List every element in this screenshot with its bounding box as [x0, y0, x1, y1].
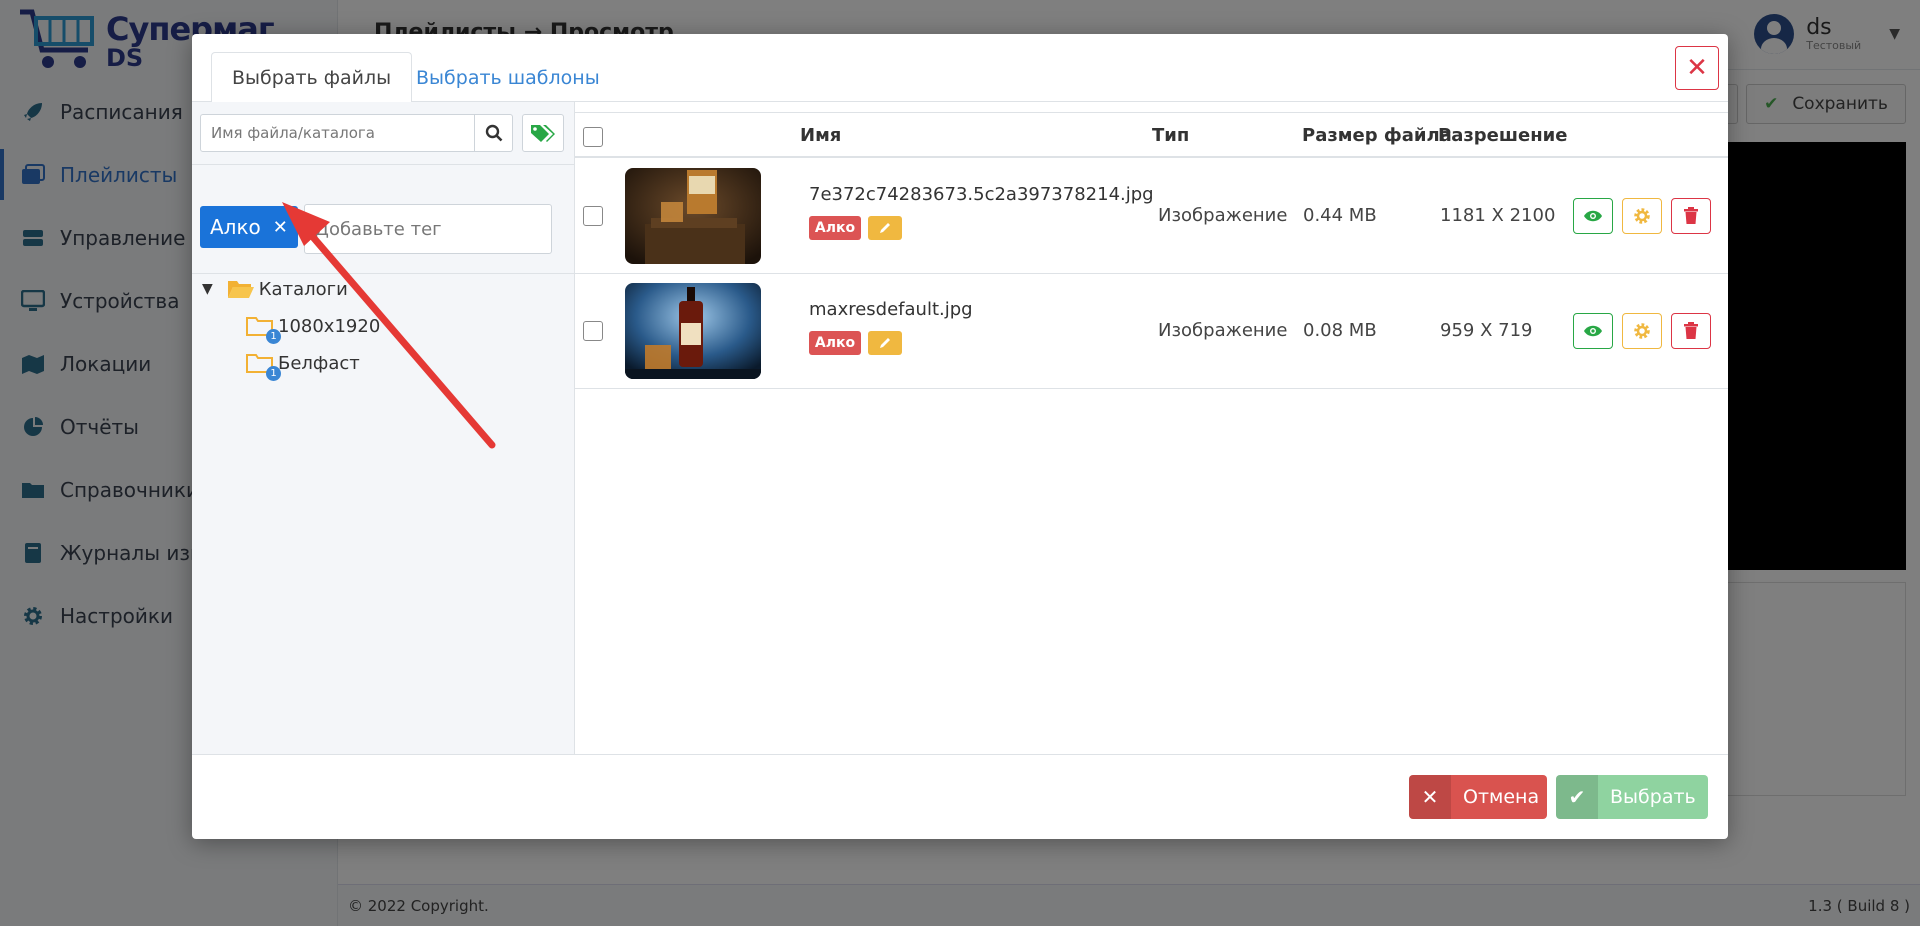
- delete-button[interactable]: [1671, 313, 1711, 349]
- trash-icon: [1684, 322, 1698, 339]
- trash-icon: [1684, 207, 1698, 224]
- modal-footer: ✕ Отмена ✔ Выбрать: [192, 754, 1728, 839]
- file-type: Изображение: [1158, 320, 1288, 341]
- search-icon: [485, 124, 502, 142]
- tree-item[interactable]: 1 1080x1920: [246, 315, 381, 344]
- file-name: maxresdefault.jpg: [809, 299, 973, 320]
- search-row: [200, 114, 513, 152]
- tags-icon: [531, 125, 555, 142]
- pencil-icon: [880, 223, 890, 233]
- eye-icon: [1584, 210, 1602, 222]
- file-size: 0.08 MB: [1303, 320, 1377, 341]
- divider: [192, 164, 574, 165]
- tab-select-files[interactable]: Выбрать файлы: [211, 52, 413, 103]
- pencil-icon: [880, 338, 890, 348]
- close-button[interactable]: ✕: [1675, 46, 1719, 90]
- delete-button[interactable]: [1671, 198, 1711, 234]
- files-pane: Имя Тип Размер файла Разрешение 7e372c74…: [575, 102, 1728, 754]
- file-thumbnail[interactable]: [625, 168, 761, 264]
- check-icon: ✔: [1556, 775, 1598, 819]
- file-tag: Алко: [809, 331, 861, 355]
- remove-tag-icon[interactable]: ✕: [273, 217, 288, 238]
- edit-tags-button[interactable]: [868, 216, 902, 240]
- tree-item[interactable]: 1 Белфаст: [246, 352, 360, 381]
- column-header-name[interactable]: Имя: [800, 125, 841, 146]
- tree-item-label: 1080x1920: [278, 315, 381, 337]
- gear-icon: [1634, 323, 1650, 339]
- folder-open-icon: [227, 281, 254, 298]
- edit-tags-button[interactable]: [868, 331, 902, 355]
- table-row[interactable]: maxresdefault.jpg Алко Изображение 0.08 …: [575, 275, 1728, 389]
- gear-icon: [1634, 208, 1650, 224]
- caret-down-icon[interactable]: ▼: [202, 281, 213, 297]
- count-badge: 1: [266, 329, 281, 344]
- cancel-button[interactable]: ✕ Отмена: [1409, 775, 1547, 819]
- file-resolution: 1181 X 2100: [1440, 205, 1556, 226]
- settings-button[interactable]: [1622, 198, 1662, 234]
- file-tag: Алко: [809, 216, 861, 240]
- tag-filter-row: Алко ✕: [200, 204, 552, 254]
- tag-chip[interactable]: Алко ✕: [200, 206, 298, 248]
- catalog-pane: Алко ✕ ▼ Каталоги 1 1080x1920: [192, 102, 575, 754]
- tree-item-label: Белфаст: [278, 352, 360, 374]
- file-type: Изображение: [1158, 205, 1288, 226]
- file-thumbnail[interactable]: [625, 283, 761, 379]
- file-select-modal: Выбрать файлы Выбрать шаблоны ✕ Алко ✕ ▼: [192, 34, 1728, 839]
- tree-root[interactable]: ▼ Каталоги: [202, 278, 348, 300]
- select-all-checkbox[interactable]: [583, 127, 603, 147]
- settings-button[interactable]: [1622, 313, 1662, 349]
- tag-input[interactable]: [303, 204, 552, 254]
- eye-icon: [1584, 325, 1602, 337]
- row-checkbox[interactable]: [583, 206, 603, 226]
- folder-icon: 1: [246, 315, 281, 344]
- file-name: 7e372c74283673.5c2a397378214.jpg: [809, 184, 1154, 205]
- cancel-label: Отмена: [1463, 786, 1540, 808]
- row-checkbox[interactable]: [583, 321, 603, 341]
- tag-chip-label: Алко: [210, 215, 261, 239]
- modal-header: Выбрать файлы Выбрать шаблоны ✕: [192, 34, 1728, 103]
- select-button[interactable]: ✔ Выбрать: [1556, 775, 1708, 819]
- close-icon: ✕: [1686, 53, 1708, 83]
- file-size: 0.44 MB: [1303, 205, 1377, 226]
- search-button[interactable]: [475, 114, 513, 152]
- close-icon: ✕: [1409, 775, 1451, 819]
- search-input[interactable]: [200, 114, 475, 152]
- column-header-type[interactable]: Тип: [1152, 125, 1189, 146]
- table-row[interactable]: 7e372c74283673.5c2a397378214.jpg Алко Из…: [575, 160, 1728, 274]
- file-resolution: 959 X 719: [1440, 320, 1533, 341]
- column-header-size[interactable]: Размер файла: [1302, 125, 1452, 146]
- table-header: Имя Тип Размер файла Разрешение: [575, 112, 1728, 158]
- column-header-resolution[interactable]: Разрешение: [1438, 125, 1567, 146]
- count-badge: 1: [266, 366, 281, 381]
- tab-select-templates[interactable]: Выбрать шаблоны: [396, 52, 620, 103]
- tree-root-label: Каталоги: [258, 278, 348, 300]
- divider: [192, 273, 574, 274]
- view-button[interactable]: [1573, 313, 1613, 349]
- select-label: Выбрать: [1610, 786, 1696, 808]
- folder-icon: 1: [246, 352, 281, 381]
- tag-filter-button[interactable]: [522, 114, 564, 152]
- view-button[interactable]: [1573, 198, 1613, 234]
